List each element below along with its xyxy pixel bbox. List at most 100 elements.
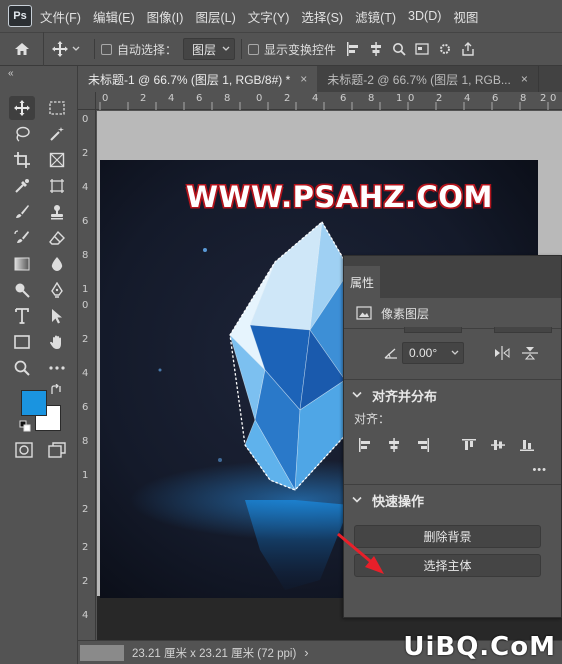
status-menu-arrow[interactable]: › — [304, 645, 308, 660]
drop-icon — [51, 257, 63, 271]
align-bottom-icon[interactable] — [520, 438, 534, 452]
quick-actions-header[interactable]: 快速操作 — [344, 485, 561, 515]
lasso-tool[interactable] — [9, 122, 35, 146]
screen-mode-button[interactable] — [44, 438, 70, 462]
align-center-icon[interactable] — [369, 42, 383, 56]
menu-filter[interactable]: 滤镜(T) — [349, 7, 402, 26]
search-icon[interactable] — [392, 42, 406, 56]
more-options-row: ••• — [344, 460, 561, 484]
ruler-label: 6 — [340, 93, 347, 104]
more-options-button[interactable]: ••• — [532, 464, 547, 476]
align-section-header[interactable]: 对齐并分布 — [344, 380, 561, 410]
close-icon[interactable]: × — [300, 72, 307, 86]
image-layer-icon — [356, 306, 372, 320]
move-icon — [14, 100, 30, 116]
align-vertical-center-icon[interactable] — [491, 438, 505, 452]
frame-tool[interactable] — [44, 148, 70, 172]
align-toolbar — [346, 42, 475, 56]
menu-view[interactable]: 视图 — [447, 7, 484, 26]
ruler-label: 1 — [396, 93, 403, 104]
frame-icon — [49, 152, 65, 168]
hand-tool[interactable] — [44, 330, 70, 354]
quick-mask-icon — [15, 442, 33, 458]
align-label: 对齐： — [354, 412, 391, 426]
auto-select-checkbox[interactable] — [101, 43, 112, 55]
menu-file[interactable]: 文件(F) — [40, 7, 87, 26]
rectangle-icon — [14, 335, 30, 349]
crop-tool[interactable] — [9, 148, 35, 172]
flip-horizontal-icon[interactable] — [494, 346, 510, 360]
ruler-label: 2 — [82, 504, 89, 515]
ruler-label: 8 — [224, 93, 231, 104]
ruler-label: 6 — [492, 93, 499, 104]
more-tools[interactable] — [44, 356, 70, 380]
flip-vertical-icon[interactable] — [522, 346, 538, 360]
quick-mask-button[interactable] — [11, 438, 37, 462]
menu-layer[interactable]: 图层(L) — [189, 7, 241, 26]
ruler-label: 0 — [82, 114, 89, 125]
pen-icon — [51, 282, 63, 298]
ruler-label: 2 — [82, 576, 89, 587]
zoom-field[interactable] — [80, 644, 124, 661]
foreground-color-swatch[interactable] — [21, 390, 47, 416]
share-icon[interactable] — [461, 42, 475, 56]
horizontal-ruler: 0 2 4 6 8 0 2 4 6 8 1 0 2 4 6 8 2 0 — [96, 92, 562, 110]
align-left-icon[interactable] — [346, 42, 360, 56]
menu-image[interactable]: 图像(I) — [141, 7, 190, 26]
hand-icon — [50, 335, 61, 349]
menu-select[interactable]: 选择(S) — [295, 7, 349, 26]
pen-tool[interactable] — [44, 278, 70, 302]
magic-wand-tool[interactable] — [44, 122, 70, 146]
rectangle-tool[interactable] — [9, 330, 35, 354]
close-icon[interactable]: × — [521, 72, 528, 86]
swap-colors-icon[interactable] — [50, 384, 62, 396]
tab-document-2[interactable]: 未标题-2 @ 66.7% (图层 1, RGB... × — [317, 66, 539, 92]
blur-tool[interactable] — [44, 252, 70, 276]
default-colors-icon[interactable] — [19, 420, 31, 432]
home-button[interactable] — [0, 32, 44, 66]
menu-type[interactable]: 文字(Y) — [242, 7, 296, 26]
marquee-tool[interactable] — [44, 96, 70, 120]
align-horizontal-center-icon[interactable] — [387, 438, 401, 452]
ruler-label: 8 — [82, 250, 89, 261]
gradient-tool[interactable] — [9, 252, 35, 276]
ruler-label: 8 — [82, 436, 89, 447]
stamp-tool[interactable] — [44, 200, 70, 224]
history-brush-tool[interactable] — [9, 226, 35, 250]
menu-3d[interactable]: 3D(D) — [402, 9, 447, 23]
tab-label: 未标题-1 @ 66.7% (图层 1, RGB/8#) * — [88, 72, 291, 87]
options-bar: 自动选择： 图层 显示变换控件 — [0, 32, 562, 66]
zoom-tool[interactable] — [9, 356, 35, 380]
menu-edit[interactable]: 编辑(E) — [87, 7, 141, 26]
type-icon — [15, 308, 29, 324]
brush-tool[interactable] — [9, 200, 35, 224]
tab-document-1[interactable]: 未标题-1 @ 66.7% (图层 1, RGB/8#) * × — [78, 66, 318, 92]
align-right-icon[interactable] — [416, 438, 430, 452]
show-transform-checkbox[interactable] — [248, 43, 260, 55]
eyedropper-tool[interactable] — [9, 174, 35, 198]
align-buttons — [344, 430, 561, 460]
gradient-icon — [14, 257, 30, 271]
divider — [241, 39, 243, 59]
panel-layout-icon[interactable] — [415, 42, 429, 56]
collapse-icon[interactable]: « — [8, 68, 14, 79]
align-top-icon[interactable] — [462, 438, 476, 452]
dodge-tool[interactable] — [9, 278, 35, 302]
move-tool[interactable] — [9, 96, 35, 120]
tab-properties[interactable]: 属性 — [344, 266, 380, 298]
crop-icon — [14, 152, 30, 168]
settings-icon[interactable] — [438, 42, 452, 56]
chevron-down-icon — [352, 496, 362, 503]
transform-field-top-right[interactable] — [494, 327, 552, 333]
ruler-label: 2 — [82, 542, 89, 553]
transform-field-top[interactable] — [404, 327, 462, 333]
move-tool-preset[interactable] — [44, 41, 88, 57]
type-tool[interactable] — [9, 304, 35, 328]
ruler-label: 6 — [196, 93, 203, 104]
angle-field[interactable]: 0.00° — [402, 342, 464, 364]
align-left-icon[interactable] — [358, 438, 372, 452]
object-selection-tool[interactable] — [44, 174, 70, 198]
eraser-tool[interactable] — [44, 226, 70, 250]
path-selection-tool[interactable] — [44, 304, 70, 328]
auto-select-dropdown[interactable]: 图层 — [183, 38, 236, 60]
